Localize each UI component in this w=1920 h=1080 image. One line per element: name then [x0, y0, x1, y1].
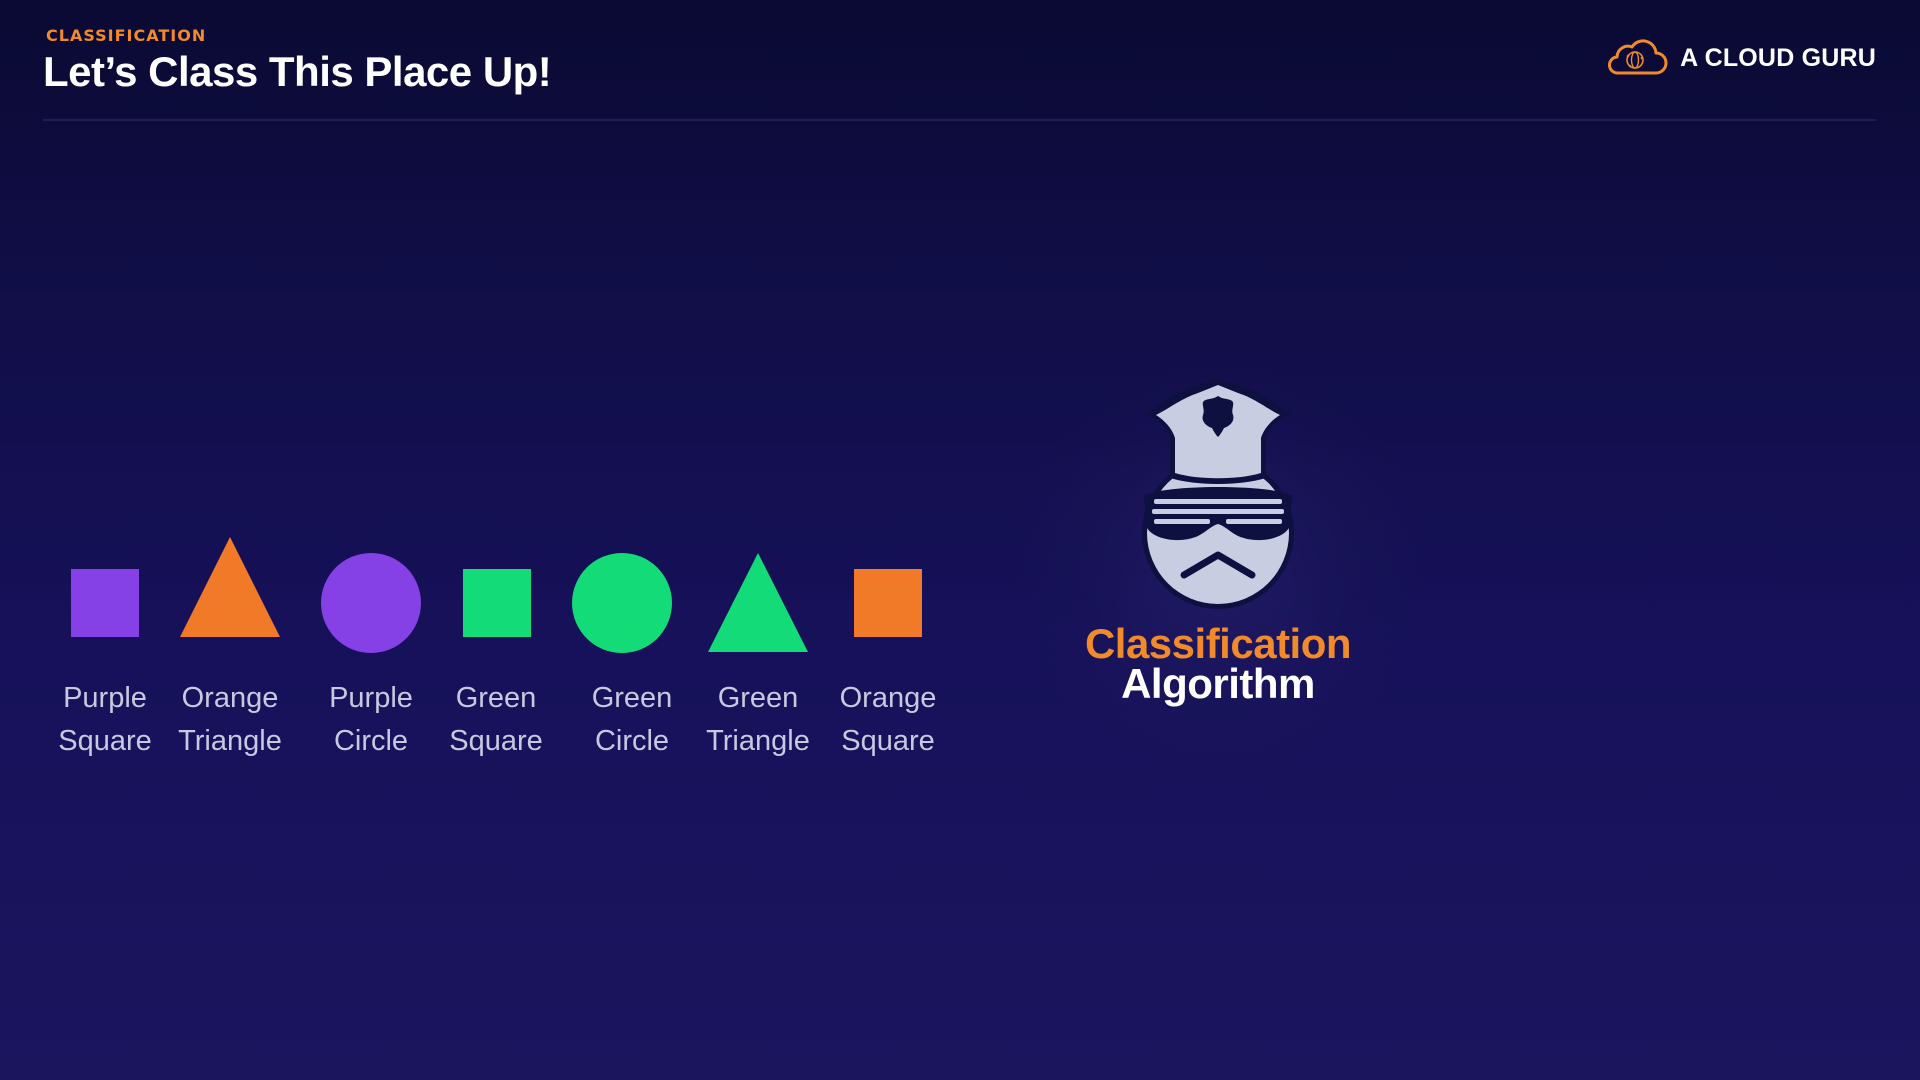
police-officer-icon: [1142, 378, 1294, 609]
cloud-logo-icon: [1608, 39, 1668, 75]
section-eyebrow: CLASSIFICATION: [46, 26, 207, 45]
purple-circle-shape: [321, 553, 421, 653]
green-square-shape: [463, 569, 531, 637]
green-triangle-shape: [708, 553, 808, 652]
shape-label-green-triangle: Green Triangle: [706, 682, 810, 757]
green-circle-shape: [572, 553, 672, 653]
shape-label-green-square: Green Square: [449, 682, 543, 757]
orange-triangle-shape: [180, 537, 280, 637]
orange-square-shape: [854, 569, 922, 637]
header-divider: [43, 119, 1876, 121]
shape-label-green-circle: Green Circle: [591, 682, 673, 757]
shape-label-orange-square: Orange Square: [839, 682, 937, 757]
algorithm-label-line1: Classification: [1084, 620, 1352, 667]
algorithm-label-line2: Algorithm: [1121, 660, 1315, 707]
brand-logo: A CLOUD GURU: [1604, 38, 1876, 78]
shape-label-orange-triangle: Orange Triangle: [178, 682, 282, 757]
shape-label-purple-circle: Purple Circle: [329, 682, 413, 757]
purple-square-shape: [71, 569, 139, 637]
page-title: Let’s Class This Place Up!: [43, 48, 552, 95]
brand-name: A CLOUD GURU: [1680, 43, 1876, 72]
shape-label-purple-square: Purple Square: [58, 682, 152, 757]
